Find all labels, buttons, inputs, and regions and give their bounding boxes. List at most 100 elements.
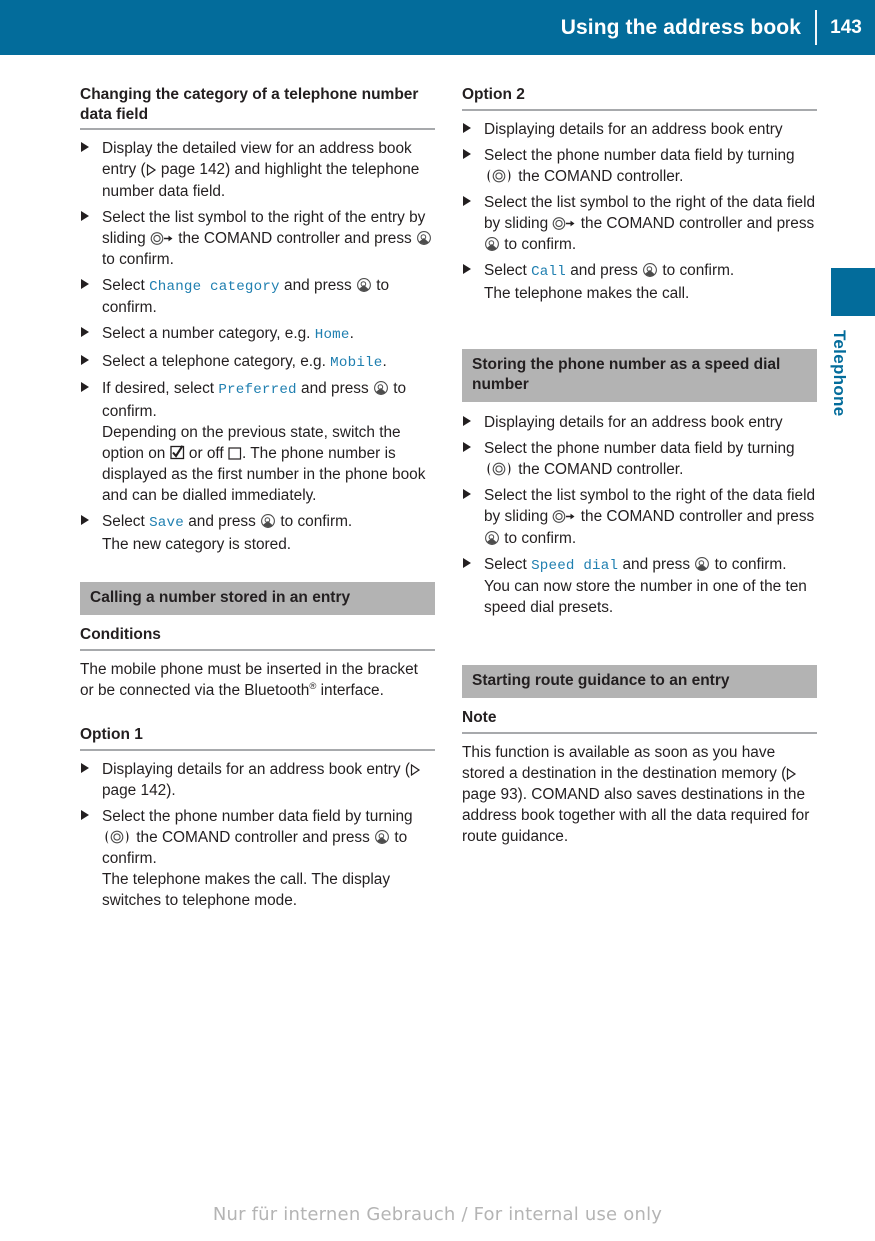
step-text-cont: and press <box>296 380 373 398</box>
bullet-triangle-icon <box>81 327 89 338</box>
paragraph-conditions: The mobile phone must be inserted in the… <box>80 659 435 701</box>
subheading-note: Note <box>462 709 497 727</box>
steps-speed-dial: Displaying details for an address book e… <box>462 412 817 618</box>
step-text-cont: the COMAND controller and press <box>576 508 815 526</box>
paragraph-text: This function is available as soon as yo… <box>462 744 787 783</box>
list-item: Select Call and press to confirm. The tel… <box>462 260 817 304</box>
step-text: If desired, select <box>102 380 219 398</box>
step-text-cont: the COMAND controller and press <box>576 215 815 233</box>
bullet-triangle-icon <box>463 489 471 500</box>
steps-option-1: Displaying details for an address book e… <box>80 759 435 912</box>
subheading-option-2: Option 2 <box>462 86 525 103</box>
step-text-end: the COMAND controller. <box>514 461 684 479</box>
step-text: Select a telephone category, e.g. <box>102 352 331 370</box>
press-controller-icon <box>694 556 710 572</box>
press-controller-icon <box>642 262 658 278</box>
step-text: Select the phone number data field by tu… <box>484 440 795 458</box>
list-item: Select the list symbol to the right of t… <box>462 485 817 548</box>
step-text: Select <box>102 513 150 531</box>
list-item: Select the phone number data field by tu… <box>462 145 817 187</box>
press-controller-icon <box>484 530 500 546</box>
ui-label-home: Home <box>314 327 350 344</box>
steps-changing-category: Display the detailed view for an address… <box>80 138 435 554</box>
heading-rule <box>462 108 817 111</box>
bullet-triangle-icon <box>463 148 471 159</box>
page-header: Using the address book 143 <box>0 0 875 55</box>
step-text: Select <box>484 262 532 280</box>
ui-label-change-category: Change category <box>149 278 280 295</box>
step-text: Select a number category, e.g. <box>102 325 315 343</box>
press-controller-icon <box>356 277 372 293</box>
heading-rule <box>80 748 435 751</box>
heading-rule <box>80 648 435 651</box>
section-bar-speed-dial: Storing the phone number as a speed dial… <box>462 348 817 403</box>
step-text-end: to confirm. <box>500 236 577 254</box>
footer-watermark: Nur für internen Gebrauch / For internal… <box>212 1204 663 1225</box>
step-continuation: The telephone makes the call. <box>484 284 690 302</box>
bullet-triangle-icon <box>81 278 89 289</box>
bullet-triangle-icon <box>81 515 89 526</box>
header-divider <box>815 10 817 45</box>
checkbox-unchecked-icon <box>228 445 242 460</box>
list-item: Displaying details for an address book e… <box>462 119 817 140</box>
step-text-cont: and press <box>618 555 695 573</box>
list-item: Select a telephone category, e.g. Mobile… <box>80 351 435 373</box>
bullet-triangle-icon <box>81 142 89 153</box>
list-item: Select Change category and press to conf… <box>80 275 435 319</box>
page-body: Changing the category of a telephone num… <box>0 55 875 1241</box>
subheading-conditions: Conditions <box>80 625 161 643</box>
step-text-end: to confirm. <box>710 555 787 573</box>
list-item: Select the phone number data field by tu… <box>462 438 817 480</box>
step-continuation: Depending on the previous state, switch … <box>102 422 435 506</box>
ui-label-save: Save <box>149 515 184 532</box>
step-text: Select <box>484 555 532 573</box>
list-item: Select the list symbol to the right of t… <box>80 207 435 270</box>
ui-label-speed-dial: Speed dial <box>531 557 619 574</box>
heading-rule <box>462 732 817 735</box>
page-number: 143 <box>830 17 862 38</box>
press-controller-icon <box>373 380 389 396</box>
ui-label-mobile: Mobile <box>330 354 383 371</box>
step-text: Select the phone number data field by tu… <box>102 807 413 825</box>
list-item: If desired, select Preferred and press t… <box>80 378 435 506</box>
step-text: Displaying details for an address book e… <box>484 414 783 432</box>
bullet-triangle-icon <box>81 762 89 773</box>
step-text-cont: the COMAND controller and press <box>173 229 416 247</box>
step-text-cont: the COMAND controller and press <box>132 828 375 846</box>
ui-label-preferred: Preferred <box>218 382 297 399</box>
step-text: Displaying details for an address book e… <box>484 120 783 138</box>
bullet-triangle-icon <box>463 264 471 275</box>
step-text-cont: and press <box>279 276 356 294</box>
step-text: Displaying details for an address book e… <box>102 760 410 778</box>
step-text-end: the COMAND controller. <box>514 167 684 185</box>
slide-controller-icon <box>552 216 576 231</box>
list-item: Select the list symbol to the right of t… <box>462 192 817 255</box>
bullet-triangle-icon <box>81 809 89 820</box>
right-column: Option 2 Displaying details for an addre… <box>462 85 817 856</box>
step-text-end: . <box>349 325 354 343</box>
slide-controller-icon <box>552 509 576 524</box>
step-text-cont: and press <box>565 262 643 280</box>
step-continuation: The telephone makes the call. The displa… <box>102 871 391 910</box>
bullet-triangle-icon <box>81 210 89 221</box>
step-text-end: to confirm. <box>500 529 577 547</box>
bullet-triangle-icon <box>81 354 89 365</box>
heading-rule <box>80 128 435 131</box>
press-controller-icon <box>416 230 432 246</box>
paragraph-text-cont: page 93). COMAND also saves destinations… <box>462 786 810 846</box>
step-text-end: to confirm. <box>102 250 174 268</box>
turn-controller-icon <box>484 168 514 184</box>
paragraph-note: This function is available as soon as yo… <box>462 742 817 847</box>
left-column: Changing the category of a telephone num… <box>80 85 435 916</box>
list-item: Select the phone number data field by tu… <box>80 806 435 911</box>
section-bar-route-guidance: Starting route guidance to an entry <box>462 665 817 699</box>
press-controller-icon <box>374 829 390 845</box>
step-text-end: to confirm. <box>276 513 353 531</box>
step-continuation: The new category is stored. <box>102 535 292 553</box>
step-text-end: to confirm. <box>658 262 735 280</box>
step-text-cont: and press <box>183 513 261 531</box>
step-text-end: . <box>382 352 387 370</box>
press-controller-icon <box>484 236 500 252</box>
turn-controller-icon <box>102 829 132 845</box>
bullet-triangle-icon <box>463 195 471 206</box>
